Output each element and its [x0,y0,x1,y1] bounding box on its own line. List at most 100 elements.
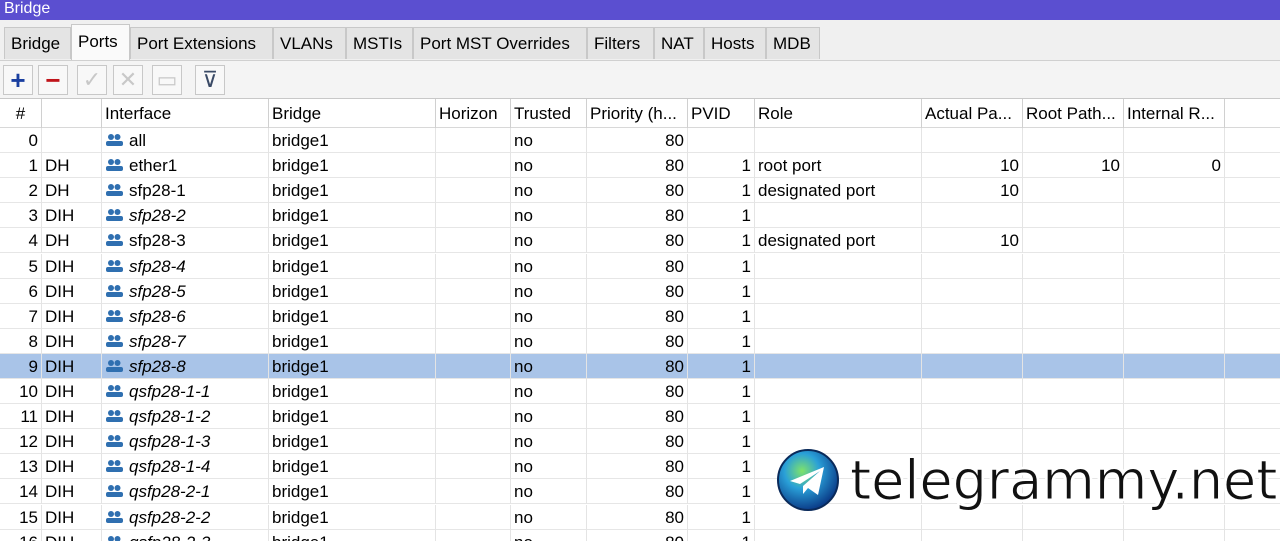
cell-horizon [436,353,511,379]
interface-name: sfp28-1 [129,181,186,201]
tab-port-extensions[interactable]: Port Extensions [130,27,273,59]
table-row[interactable]: 4 DH sfp28-3 bridge1 no 80 1 designated port 10 [0,228,1280,254]
interface-icon [106,234,123,247]
cell-root [1023,178,1124,204]
cell-bridge: bridge1 [269,454,436,480]
column-header[interactable]: # [0,99,42,128]
cell-bridge: bridge1 [269,278,436,304]
add-button[interactable]: + [3,65,33,95]
table-row[interactable]: 0 all bridge1 no 80 [0,128,1280,153]
cell-pvid: 1 [688,529,755,541]
cell-num: 13 [0,454,42,480]
column-header[interactable]: Horizon [436,99,511,128]
cell-root [1023,353,1124,379]
tab-bridge[interactable]: Bridge [4,27,71,59]
table-row[interactable]: 3 DIH sfp28-2 bridge1 no 80 1 [0,203,1280,229]
cell-bridge: bridge1 [269,353,436,379]
table-row[interactable]: 10 DIH qsfp28-1-1 bridge1 no 80 1 [0,379,1280,404]
tab-bar: Bridge Ports Port Extensions VLANs MSTIs Port… [0,20,1280,60]
column-header[interactable]: Actual Pa... [922,99,1023,128]
column-header[interactable]: Priority (h... [587,99,688,128]
tab-ports[interactable]: Ports [71,24,130,60]
cell-iface: sfp28-2 [102,203,269,229]
column-header[interactable]: Internal R... [1124,99,1225,128]
table-row[interactable]: 8 DIH sfp28-7 bridge1 no 80 1 [0,328,1280,354]
interface-name: all [129,131,147,150]
table-row[interactable]: 5 DIH sfp28-4 bridge1 no 80 1 [0,253,1280,279]
cell-internal [1124,303,1225,329]
cell-internal [1124,253,1225,279]
table-row[interactable]: 6 DIH sfp28-5 bridge1 no 80 1 [0,278,1280,304]
cell-flags: DIH [42,429,102,455]
cell-priority: 80 [587,128,688,153]
table-row[interactable]: 9 DIH sfp28-8 bridge1 no 80 1 [0,353,1280,379]
table-row[interactable]: 1 DH ether1 bridge1 no 80 1 root port 10 10 0 [0,153,1280,179]
column-header[interactable]: Role [755,99,922,128]
tab-hosts[interactable]: Hosts [704,27,766,59]
cell-internal [1124,228,1225,254]
tab-vlans[interactable]: VLANs [273,27,346,59]
column-header[interactable]: Trusted [511,99,587,128]
cell-iface: all [102,128,269,153]
cell-role [755,353,922,379]
cell-role [755,379,922,404]
tab-port-mst-overrides[interactable]: Port MST Overrides [413,27,587,59]
column-header[interactable]: PVID [688,99,755,128]
interface-icon [106,334,123,347]
cell-trusted: no [511,128,587,153]
remove-icon: − [45,65,61,95]
cell-root [1023,328,1124,354]
cell-iface: qsfp28-2-2 [102,504,269,530]
cell-trusted: no [511,504,587,530]
tab-filters[interactable]: Filters [587,27,654,59]
cell-actual [922,529,1023,541]
cell-internal [1124,278,1225,304]
interface-name: qsfp28-1-4 [129,457,211,477]
interface-icon [106,359,123,372]
cell-priority: 80 [587,454,688,480]
comment-button[interactable]: ▭ [152,65,182,95]
cell-bridge: bridge1 [269,529,436,541]
table-row[interactable]: 2 DH sfp28-1 bridge1 no 80 1 designated port 10 [0,178,1280,204]
cell-horizon [436,479,511,505]
cell-flags: DIH [42,404,102,430]
interface-icon [106,410,123,423]
cell-internal [1124,128,1225,153]
cell-iface: sfp28-6 [102,303,269,329]
interface-icon [106,309,123,322]
cell-priority: 80 [587,228,688,254]
cell-priority: 80 [587,178,688,204]
cell-horizon [436,228,511,254]
tab-nat[interactable]: NAT [654,27,704,59]
remove-button[interactable]: − [38,65,68,95]
window-title: Bridge [0,0,1280,20]
cell-root [1023,228,1124,254]
cell-horizon [436,529,511,541]
interface-icon [106,485,123,498]
cell-trusted: no [511,404,587,430]
cell-bridge: bridge1 [269,253,436,279]
column-header[interactable] [42,99,102,128]
cell-num: 5 [0,253,42,279]
tab-mstis[interactable]: MSTIs [346,27,413,59]
filter-button[interactable]: ⊽ [195,65,225,95]
interface-name: sfp28-8 [129,356,186,376]
enable-check-button[interactable]: ✓ [77,65,107,95]
disable-x-button[interactable]: ✕ [113,65,143,95]
cell-trusted: no [511,328,587,354]
table-row[interactable]: 7 DIH sfp28-6 bridge1 no 80 1 [0,303,1280,329]
table-row[interactable]: 16DIH qsfp28-2-3 bridge1 no801 [0,529,1280,541]
cell-num: 8 [0,328,42,354]
cell-iface: sfp28-1 [102,178,269,204]
column-header[interactable]: Interface [102,99,269,128]
cell-internal [1124,203,1225,229]
cell-num: 1 [0,153,42,179]
cell-pvid: 1 [688,253,755,279]
interface-name: qsfp28-2-1 [129,482,211,502]
tab-mdb[interactable]: MDB [766,27,820,59]
cell-actual: 10 [922,228,1023,254]
column-header[interactable]: Bridge [269,99,436,128]
cell-pvid: 1 [688,328,755,354]
column-header[interactable]: Root Path... [1023,99,1124,128]
table-row[interactable]: 11 DIH qsfp28-1-2 bridge1 no 80 1 [0,404,1280,430]
